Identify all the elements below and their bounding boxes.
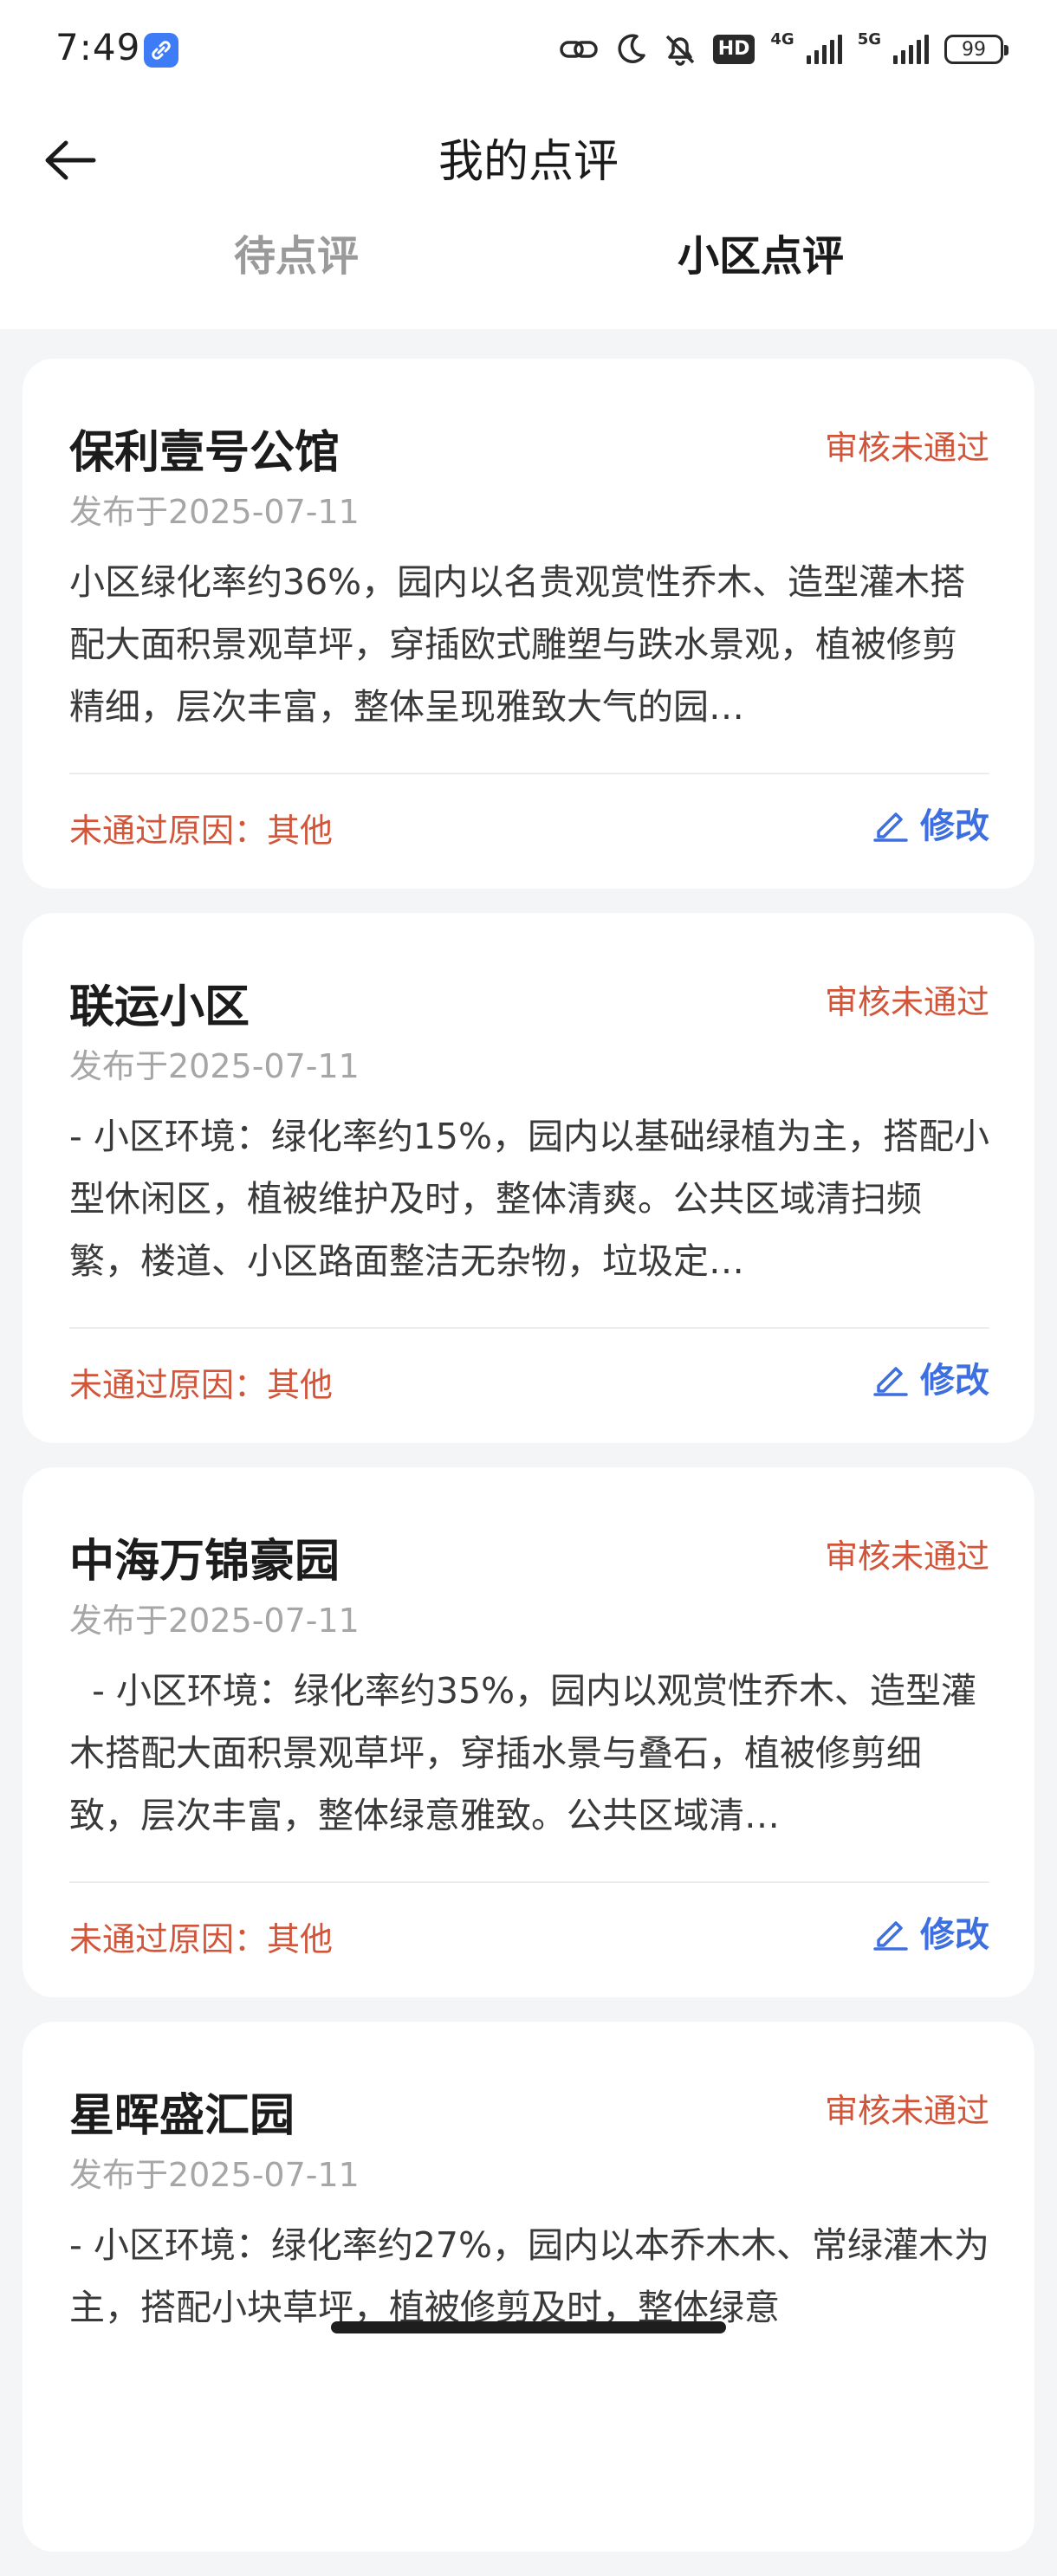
review-list: 保利壹号公馆 审核未通过 发布于2025-07-11 小区绿化率约36%，园内以… <box>23 359 1034 2576</box>
signal-bars-icon <box>893 35 929 64</box>
edit-pencil-icon <box>873 812 908 842</box>
review-card[interactable]: 星晖盛汇园 审核未通过 发布于2025-07-11 - 小区环境：绿化率约27%… <box>23 2022 1034 2552</box>
chain-link-icon <box>559 41 598 58</box>
publish-date: 发布于2025-07-11 <box>69 1602 360 1640</box>
status-bar: 7:49 HD 4G 5G 99 <box>0 0 1057 102</box>
tab-pending-reviews[interactable]: 待点评 <box>114 213 478 308</box>
edit-pencil-icon <box>873 1921 908 1951</box>
divider <box>69 773 989 774</box>
review-content: 小区绿化率约36%，园内以名贵观赏性乔木、造型灌木搭配大面积景观草坪，穿插欧式雕… <box>69 561 966 728</box>
hd-badge: HD <box>712 35 755 64</box>
publish-date: 发布于2025-07-11 <box>69 493 360 531</box>
rejection-reason: 未通过原因：其他 <box>69 1366 334 1404</box>
publish-date: 发布于2025-07-11 <box>69 2156 360 2194</box>
signal-bars-icon <box>806 35 842 64</box>
network-5g-label: 5G <box>857 29 881 49</box>
edit-label: 修改 <box>920 1915 989 1955</box>
review-content: - 小区环境：绿化率约35%，园内以观赏性乔木、造型灌木搭配大面积景观草坪，穿插… <box>69 1670 977 1836</box>
page-header: 我的点评 待点评 小区点评 <box>0 102 1057 329</box>
status-badge: 审核未通过 <box>824 2092 989 2130</box>
divider <box>69 1881 989 1883</box>
bell-muted-icon <box>665 35 694 66</box>
page-title: 我的点评 <box>438 136 619 188</box>
community-name: 星晖盛汇园 <box>69 2090 295 2142</box>
review-content: - 小区环境：绿化率约27%，园内以本乔木木、常绿灌木为主，搭配小块草坪，植被修… <box>69 2224 989 2328</box>
link-icon <box>144 33 178 68</box>
community-name: 中海万锦豪园 <box>69 1536 340 1588</box>
status-badge: 审核未通过 <box>824 983 989 1021</box>
rejection-reason: 未通过原因：其他 <box>69 1920 334 1958</box>
status-icons: HD 4G 5G 99 <box>559 28 1008 71</box>
edit-label: 修改 <box>920 806 989 846</box>
edit-button[interactable]: 修改 <box>872 1351 989 1403</box>
home-indicator[interactable] <box>331 2321 726 2333</box>
publish-date: 发布于2025-07-11 <box>69 1047 360 1085</box>
review-tabs: 待点评 小区点评 <box>0 213 1057 308</box>
tab-label: 小区点评 <box>677 232 844 281</box>
tab-community-reviews[interactable]: 小区点评 <box>579 213 943 308</box>
status-badge: 审核未通过 <box>824 429 989 467</box>
network-4g-label: 4G <box>770 29 794 49</box>
review-card[interactable]: 中海万锦豪园 审核未通过 发布于2025-07-11 - 小区环境：绿化率约35… <box>23 1467 1034 1997</box>
edit-label: 修改 <box>920 1361 989 1401</box>
status-time: 7:49 <box>55 26 141 68</box>
community-name: 联运小区 <box>69 981 250 1033</box>
review-card[interactable]: 联运小区 审核未通过 发布于2025-07-11 - 小区环境：绿化率约15%，… <box>23 913 1034 1443</box>
review-content: - 小区环境：绿化率约15%，园内以基础绿植为主，搭配小型休闲区，植被维护及时，… <box>69 1116 989 1282</box>
edit-button[interactable]: 修改 <box>872 1906 989 1958</box>
battery-indicator: 99 <box>944 35 1008 64</box>
community-name: 保利壹号公馆 <box>69 427 340 479</box>
review-card[interactable]: 保利壹号公馆 审核未通过 发布于2025-07-11 小区绿化率约36%，园内以… <box>23 359 1034 889</box>
divider <box>69 1327 989 1329</box>
edit-button[interactable]: 修改 <box>872 797 989 849</box>
moon-icon <box>618 34 645 63</box>
edit-pencil-icon <box>873 1367 908 1396</box>
rejection-reason: 未通过原因：其他 <box>69 812 334 850</box>
status-badge: 审核未通过 <box>824 1537 989 1576</box>
